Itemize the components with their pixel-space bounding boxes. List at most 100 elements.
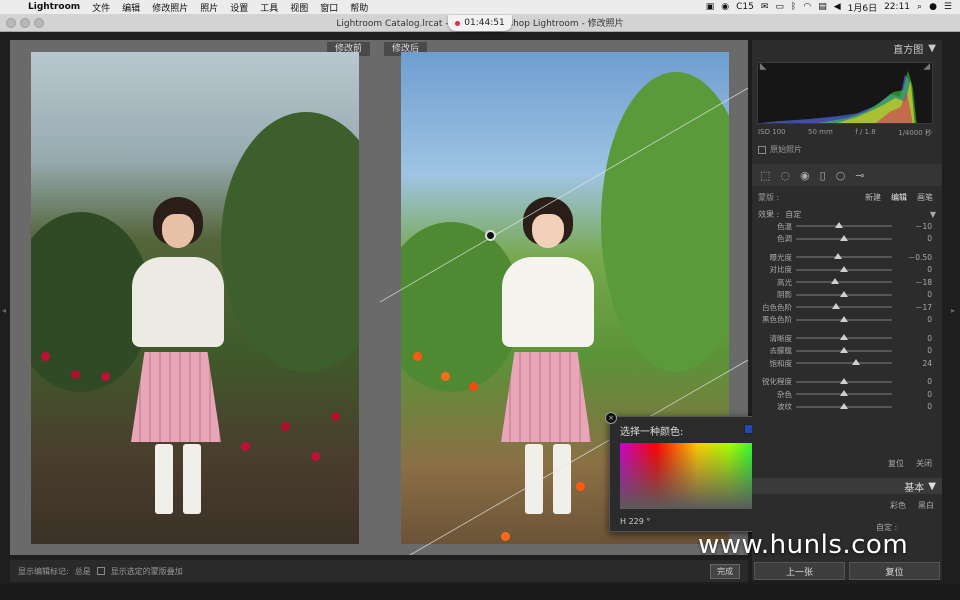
menu-develop[interactable]: 修改照片: [146, 1, 194, 14]
mask-pin-icon[interactable]: [485, 230, 496, 241]
slider-row[interactable]: 对比度 0: [752, 264, 942, 277]
wifi-icon[interactable]: ◠: [803, 2, 811, 12]
search-icon[interactable]: ⌕: [917, 2, 922, 12]
slider-track[interactable]: [796, 315, 892, 322]
slider-row[interactable]: 白色色阶 －17: [752, 301, 942, 314]
menu-photo[interactable]: 照片: [194, 1, 224, 14]
adjustment-brush-icon[interactable]: ⊸: [855, 169, 864, 182]
slider-knob[interactable]: [832, 303, 841, 310]
mask-edit-button[interactable]: 编辑: [888, 192, 910, 203]
menu-edit[interactable]: 编辑: [116, 1, 146, 14]
slider-track[interactable]: [796, 265, 892, 272]
reset-link[interactable]: 复位: [888, 458, 904, 469]
slider-knob[interactable]: [835, 222, 844, 229]
slider-knob[interactable]: [840, 234, 848, 241]
slider-row[interactable]: 色温 －10: [752, 220, 942, 233]
slider-track[interactable]: [796, 278, 892, 285]
slider-track[interactable]: [796, 290, 892, 297]
right-panel-toggle-icon[interactable]: ▸: [951, 306, 955, 315]
slider-value[interactable]: －18: [892, 277, 934, 288]
slider-value[interactable]: 24: [892, 359, 934, 368]
collapse-triangle-icon[interactable]: ▼: [930, 210, 936, 219]
menu-help[interactable]: 帮助: [344, 1, 374, 14]
notification-list-icon[interactable]: ☰: [944, 2, 952, 12]
slider-row[interactable]: 杂色 0: [752, 388, 942, 401]
slider-track[interactable]: [796, 334, 892, 341]
radial-filter-icon[interactable]: ○: [836, 169, 846, 182]
slider-knob[interactable]: [840, 377, 848, 384]
before-photo[interactable]: [31, 52, 359, 544]
mask-new-button[interactable]: 新建: [862, 192, 884, 203]
slider-value[interactable]: 0: [892, 390, 934, 399]
slider-track[interactable]: [796, 359, 892, 366]
slider-knob[interactable]: [840, 315, 848, 322]
slider-value[interactable]: 0: [892, 334, 934, 343]
collapse-triangle-icon[interactable]: ▼: [928, 43, 936, 54]
volume-icon[interactable]: ◀: [834, 2, 841, 12]
menu-tools[interactable]: 工具: [254, 1, 284, 14]
slider-row[interactable]: 清晰度 0: [752, 332, 942, 345]
slider-knob[interactable]: [840, 390, 848, 397]
bluetooth-icon[interactable]: ᛒ: [791, 2, 796, 12]
spot-removal-icon[interactable]: ◌: [780, 169, 790, 182]
show-overlay-checkbox[interactable]: [96, 567, 105, 575]
edit-pins-dropdown[interactable]: 总是: [75, 566, 91, 577]
slider-knob[interactable]: [840, 290, 848, 297]
slider-row[interactable]: 波纹 0: [752, 401, 942, 414]
slider-knob[interactable]: [840, 334, 848, 341]
previous-button[interactable]: 上一张: [754, 562, 845, 580]
slider-value[interactable]: 0: [892, 346, 934, 355]
slider-value[interactable]: －17: [892, 302, 934, 313]
slider-row[interactable]: 曝光度 －0.50: [752, 251, 942, 264]
done-button[interactable]: 完成: [710, 563, 740, 579]
c15-icon[interactable]: C15: [736, 2, 754, 12]
slider-value[interactable]: 0: [892, 290, 934, 299]
slider-knob[interactable]: [840, 265, 848, 272]
slider-row[interactable]: 阴影 0: [752, 289, 942, 302]
slider-row[interactable]: 锐化程度 0: [752, 376, 942, 389]
display-icon[interactable]: ▭: [775, 2, 784, 12]
siri-icon[interactable]: ●: [929, 2, 937, 12]
slider-track[interactable]: [796, 303, 892, 310]
menu-file[interactable]: 文件: [86, 1, 116, 14]
left-panel-toggle-icon[interactable]: ◂: [2, 306, 6, 315]
graduated-filter-icon[interactable]: ▯: [820, 169, 826, 182]
slider-knob[interactable]: [831, 278, 840, 285]
slider-row[interactable]: 饱和度 24: [752, 357, 942, 370]
menu-window[interactable]: 窗口: [314, 1, 344, 14]
slider-value[interactable]: －10: [892, 221, 934, 232]
slider-track[interactable]: [796, 234, 892, 241]
recording-badge[interactable]: 01:44:51: [448, 15, 512, 31]
slider-row[interactable]: 去朦胧 0: [752, 345, 942, 358]
menubar-time[interactable]: 22:11: [884, 2, 910, 12]
menubar-date[interactable]: 1月6日: [848, 1, 877, 14]
slider-value[interactable]: 0: [892, 377, 934, 386]
wechat-icon[interactable]: ◉: [721, 2, 729, 12]
screen-record-icon[interactable]: ▣: [706, 2, 715, 12]
slider-track[interactable]: [796, 346, 892, 353]
menu-app-name[interactable]: Lightroom: [22, 2, 86, 12]
red-eye-icon[interactable]: ◉: [800, 169, 810, 182]
slider-knob[interactable]: [834, 253, 843, 260]
reset-button[interactable]: 复位: [849, 562, 940, 580]
crop-tool-icon[interactable]: ⬚: [760, 169, 770, 182]
slider-track[interactable]: [796, 253, 892, 260]
slider-row[interactable]: 色调 0: [752, 233, 942, 246]
slider-value[interactable]: 0: [892, 402, 934, 411]
slider-track[interactable]: [796, 377, 892, 384]
treatment-bw[interactable]: 黑白: [918, 500, 934, 511]
mask-brush-button[interactable]: 画笔: [914, 192, 936, 203]
histogram-header[interactable]: 直方图 ▼: [752, 40, 942, 56]
slider-knob[interactable]: [840, 346, 848, 353]
slider-knob[interactable]: [840, 402, 848, 409]
basic-panel-header[interactable]: 基本 ▼: [752, 478, 942, 494]
slider-knob[interactable]: [851, 359, 860, 366]
flag-icon[interactable]: ▤: [818, 2, 827, 12]
slider-value[interactable]: 0: [892, 265, 934, 274]
slider-value[interactable]: 0: [892, 234, 934, 243]
collapse-triangle-icon[interactable]: ▼: [928, 481, 936, 492]
slider-track[interactable]: [796, 390, 892, 397]
slider-value[interactable]: 0: [892, 315, 934, 324]
menu-view[interactable]: 视图: [284, 1, 314, 14]
slider-value[interactable]: －0.50: [892, 252, 934, 263]
